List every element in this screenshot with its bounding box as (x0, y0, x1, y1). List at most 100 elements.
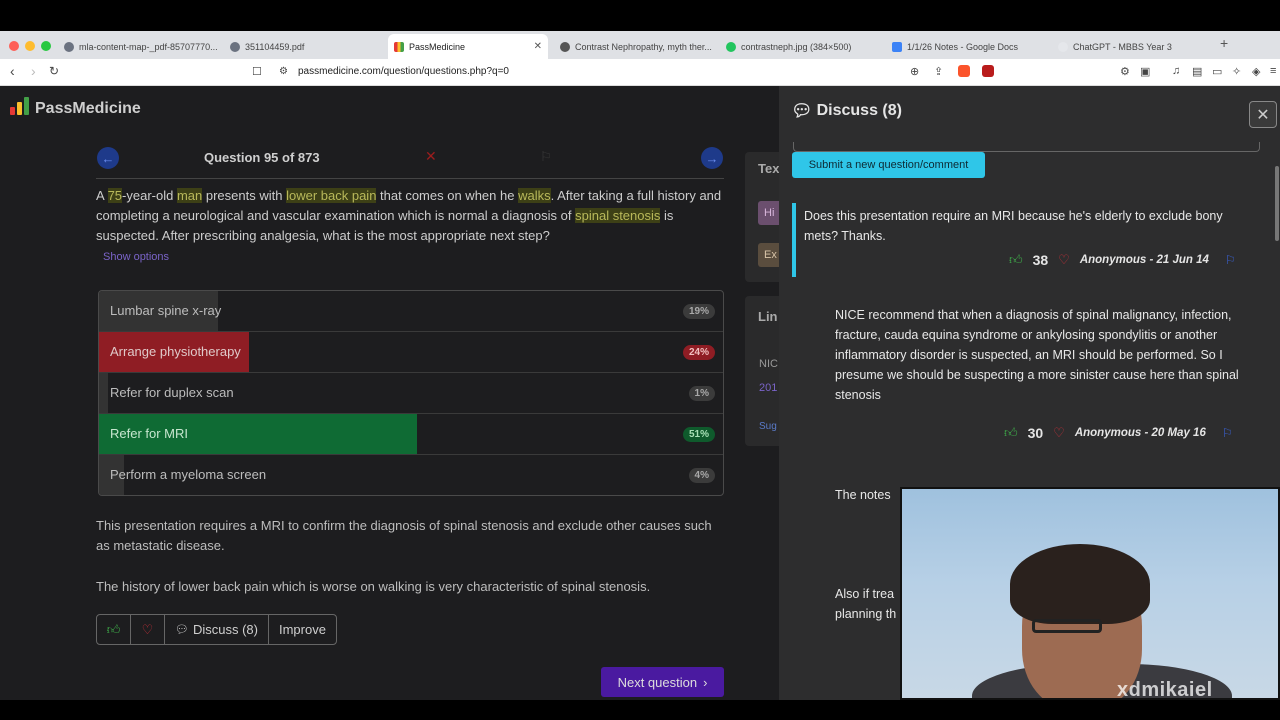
card-button[interactable]: Hi (758, 201, 779, 225)
highlighted-keyword: lower back pain (286, 188, 377, 203)
option-label: Perform a myeloma screen (110, 467, 267, 482)
highlighted-keyword: man (176, 188, 203, 203)
browser-tab[interactable]: Contrast Nephropathy, myth ther... (554, 34, 714, 59)
comment-author: Anonymous - 20 May 16 (1074, 427, 1206, 439)
thumbs-up-icon[interactable]: 👍︎ (1009, 252, 1023, 268)
stem-text: A (96, 188, 108, 203)
reload-icon[interactable]: ↻ (49, 64, 59, 78)
wallet-icon[interactable]: ▭ (1212, 65, 1222, 78)
comment-text: Does this presentation require an MRI be… (804, 209, 1223, 243)
browser-tab-active[interactable]: PassMedicine ✕ (388, 34, 548, 59)
suggest-link[interactable]: Sug (759, 421, 777, 432)
next-question-button[interactable]: Next question › (601, 667, 724, 697)
prev-question-button[interactable]: ← (97, 147, 119, 169)
browser-tab[interactable]: mla-content-map-_pdf-85707770... (58, 34, 218, 59)
discuss-label: Discuss (8) (192, 622, 258, 637)
browser-tab[interactable]: 1/1/26 Notes - Google Docs (886, 34, 1046, 59)
option-label: Lumbar spine x-ray (110, 303, 222, 318)
answer-option-selected-wrong[interactable]: Arrange physiotherapy 24% (99, 332, 723, 373)
answer-option-correct[interactable]: Refer for MRI 51% (99, 414, 723, 455)
answer-option[interactable]: Perform a myeloma screen 4% (99, 455, 723, 495)
back-icon[interactable]: ‹ (10, 63, 15, 79)
question-counter: Question 95 of 873 (204, 150, 320, 165)
menu-icon[interactable]: ≡ (1270, 65, 1276, 77)
card-button[interactable]: Ex (758, 243, 779, 267)
close-window-button[interactable] (9, 41, 19, 51)
browser-tab-bar: mla-content-map-_pdf-85707770... 3511044… (0, 31, 1280, 59)
media-icon[interactable]: ♫ (1172, 65, 1180, 77)
extension-icon[interactable]: ⚙ (1120, 65, 1130, 78)
new-tab-icon[interactable]: + (1220, 35, 1228, 51)
answer-options: Lumbar spine x-ray 19% Arrange physiothe… (98, 290, 724, 496)
thumbs-up-icon: 👍︎ (106, 621, 121, 637)
site-info-icon[interactable]: ⚙ (279, 66, 288, 77)
link-item[interactable]: 201 (759, 382, 777, 394)
passmedicine-logo-icon[interactable] (10, 97, 29, 115)
comment-meta: 👍︎ 30 ♡ Anonymous - 20 May 16 ⚐ (1004, 425, 1233, 441)
submit-comment-button[interactable]: Submit a new question/comment (792, 152, 985, 178)
reply-text: NICE recommend that when a diagnosis of … (835, 308, 1239, 402)
browser-tab[interactable]: 351104459.pdf (224, 34, 384, 59)
comment-input[interactable] (793, 142, 1260, 152)
tab-title: contrastneph.jpg (384×500) (741, 41, 852, 52)
stem-text: that comes on when he (376, 188, 519, 203)
highlighted-keyword: 75 (107, 188, 123, 203)
thumbs-up-icon[interactable]: 👍︎ (1004, 425, 1018, 441)
show-options-link[interactable]: Show options (103, 251, 169, 263)
leo-icon[interactable]: ✧ (1232, 65, 1241, 78)
speech-bubble-icon: 💬︎ (791, 101, 813, 120)
brave-rewards-icon[interactable] (982, 65, 994, 77)
drawer-scrollbar[interactable] (1275, 166, 1279, 241)
sidebar-icon[interactable]: ▤ (1192, 65, 1202, 78)
divider (96, 178, 724, 179)
tab-title: mla-content-map-_pdf-85707770... (79, 41, 218, 52)
zoom-window-button[interactable] (41, 41, 51, 51)
watermark-text: xdmikaiel (1117, 679, 1213, 700)
webcam-overlay: xdmikaiel (900, 487, 1280, 700)
thumbs-down-button[interactable]: ♡ (131, 615, 165, 644)
brave-shield-icon[interactable] (958, 65, 970, 77)
globe-icon (64, 41, 74, 52)
comment-highlight-bar (792, 203, 796, 277)
improve-button[interactable]: Improve (269, 615, 336, 644)
comment-meta: 👍︎ 38 ♡ Anonymous - 21 Jun 14 ⚐ (1009, 252, 1236, 268)
option-percent-badge: 1% (688, 386, 715, 401)
zoom-icon[interactable]: ⊕ (910, 65, 919, 78)
flag-icon[interactable]: ⚐ (1222, 426, 1233, 440)
forward-icon[interactable]: › (31, 63, 36, 79)
thumbs-down-icon[interactable]: ♡ (1058, 252, 1070, 268)
textbook-card: Tex Hi Ex (745, 152, 779, 282)
option-percent-badge: 24% (682, 345, 715, 360)
logo-text[interactable]: PassMedicine (35, 100, 141, 118)
glasses (1032, 619, 1102, 633)
bookmark-icon[interactable]: ☐ (252, 65, 262, 78)
flag-icon[interactable]: ⚐ (1225, 253, 1236, 267)
browser-tab[interactable]: ChatGPT - MBBS Year 3 (1052, 34, 1212, 59)
url-field[interactable]: passmedicine.com/question/questions.php?… (298, 66, 509, 77)
vpn-icon[interactable]: ◈ (1252, 65, 1260, 78)
answer-option[interactable]: Refer for duplex scan 1% (99, 373, 723, 414)
option-fill-bar (99, 373, 109, 413)
thumbs-up-button[interactable]: 👍︎ (97, 615, 131, 644)
screenshot-icon[interactable]: ▣ (1140, 65, 1150, 78)
discuss-title: 💬︎ Discuss (8) (791, 101, 902, 121)
option-label: Refer for MRI (110, 426, 189, 441)
discuss-button[interactable]: 💬︎ Discuss (8) (165, 615, 269, 644)
tab-title: 1/1/26 Notes - Google Docs (907, 41, 1019, 52)
screen: mla-content-map-_pdf-85707770... 3511044… (0, 0, 1280, 720)
highlighted-keyword: spinal stenosis (575, 208, 661, 223)
option-percent-badge: 51% (682, 427, 715, 442)
discuss-title-text: Discuss (8) (816, 102, 902, 119)
image-favicon-icon (726, 41, 736, 52)
share-icon[interactable]: ⇪ (934, 65, 943, 78)
flag-question-icon[interactable]: ⚐ (540, 149, 552, 165)
thumbs-down-icon[interactable]: ♡ (1053, 425, 1065, 441)
chatgpt-favicon-icon (1058, 41, 1068, 52)
browser-tab[interactable]: contrastneph.jpg (384×500) (720, 34, 880, 59)
minimize-window-button[interactable] (25, 41, 35, 51)
chevron-right-icon: › (703, 674, 708, 690)
close-tab-icon[interactable]: ✕ (534, 41, 542, 52)
answer-option[interactable]: Lumbar spine x-ray 19% (99, 291, 723, 332)
close-drawer-button[interactable]: ✕ (1249, 101, 1277, 128)
next-question-arrow-button[interactable]: → (701, 147, 723, 169)
